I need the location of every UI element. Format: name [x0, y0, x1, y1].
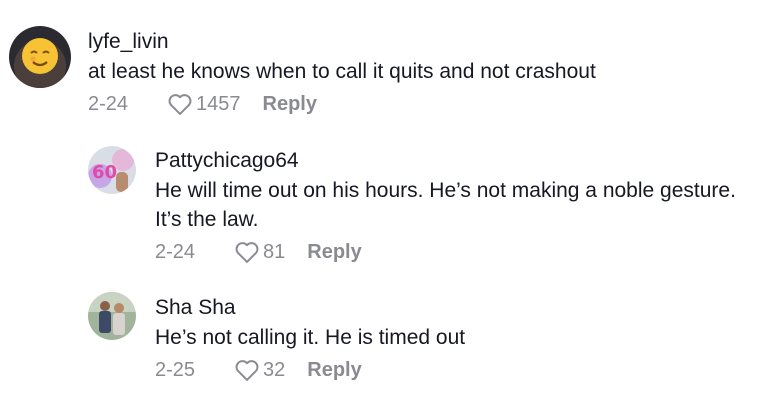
avatar[interactable]: 60	[88, 146, 136, 194]
reply-item: 60 Pattychicago64 He will time out on hi…	[88, 146, 736, 266]
like-count: 1457	[196, 93, 241, 115]
comment-date: 2-24	[88, 93, 129, 115]
comment-username[interactable]: Pattychicago64	[155, 149, 736, 173]
comment-username[interactable]: lyfe_livin	[88, 30, 596, 54]
avatar[interactable]	[9, 26, 71, 88]
heart-outline-icon	[235, 360, 259, 381]
like-count: 32	[263, 359, 286, 381]
comment-item: lyfe_livin at least he knows when to cal…	[9, 26, 596, 118]
avatar[interactable]	[88, 292, 136, 340]
comment-text: He will time out on his hours. He’s not …	[155, 176, 736, 234]
avatar-image	[88, 292, 136, 340]
comment-meta: 2-25 32 Reply	[155, 356, 465, 384]
reply-item: Sha Sha He’s not calling it. He is timed…	[88, 292, 465, 384]
reply-button[interactable]: Reply	[307, 238, 361, 266]
comment-date: 2-25	[155, 359, 196, 381]
comment-meta: 2-24 81 Reply	[155, 238, 736, 266]
heart-outline-icon	[235, 242, 259, 263]
comment-username[interactable]: Sha Sha	[155, 296, 465, 320]
svg-text:60: 60	[92, 162, 117, 183]
like-button[interactable]: 81	[233, 238, 307, 266]
like-count: 81	[263, 241, 286, 263]
reply-button[interactable]: Reply	[307, 356, 361, 384]
comment-text: at least he knows when to call it quits …	[88, 60, 596, 83]
heart-outline-icon	[168, 94, 192, 115]
avatar-image	[9, 26, 71, 88]
like-button[interactable]: 1457	[166, 90, 263, 118]
avatar-image: 60	[88, 146, 136, 194]
comment-date: 2-24	[155, 241, 196, 263]
reply-button[interactable]: Reply	[263, 90, 317, 118]
like-button[interactable]: 32	[233, 356, 307, 384]
comment-text-line: He will time out on his hours. He’s not …	[155, 179, 736, 202]
comment-text: He’s not calling it. He is timed out	[155, 326, 466, 349]
comment-meta: 2-24 1457 Reply	[88, 90, 596, 118]
comment-text-line: It’s the law.	[155, 208, 259, 231]
